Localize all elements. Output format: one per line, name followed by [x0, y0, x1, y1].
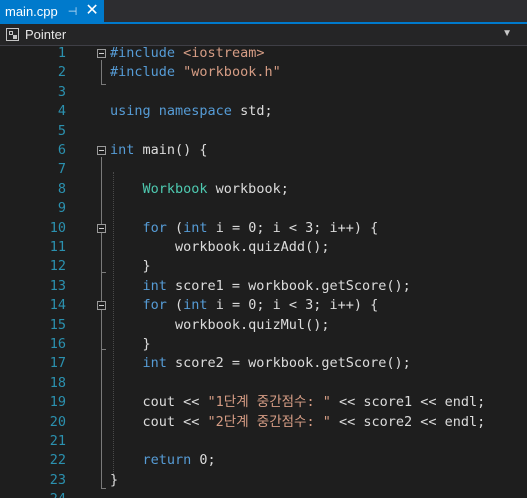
code-text: cout << "2단계 중간점수: " << score2 << endl;: [110, 413, 486, 430]
code-line[interactable]: 15 workbook.quizMul();: [0, 316, 527, 335]
code-text: for (int i = 0; i < 3; i++) {: [142, 297, 379, 314]
code-line[interactable]: 3: [0, 83, 527, 102]
code-text: cout << "1단계 중간점수: " << score1 << endl;: [110, 394, 486, 411]
code-line[interactable]: 20 cout << "2단계 중간점수: " << score2 << end…: [0, 413, 527, 432]
tab-main-cpp[interactable]: main.cpp ⊣ ✕: [0, 0, 104, 22]
line-number: 2: [57, 64, 66, 81]
code-text: int score2 = workbook.getScore();: [142, 355, 411, 372]
line-number: 20: [49, 413, 66, 430]
code-text: }: [110, 471, 119, 488]
line-number: 18: [49, 374, 66, 391]
code-line[interactable]: 2 #include "workbook.h": [0, 63, 527, 82]
code-line[interactable]: 21: [0, 432, 527, 451]
line-number: 12: [49, 258, 66, 275]
line-number: 23: [49, 471, 66, 488]
code-text: #include "workbook.h": [110, 64, 281, 81]
code-text: using namespace std;: [110, 103, 273, 120]
collapse-icon[interactable]: [97, 223, 106, 233]
line-number: 19: [49, 394, 66, 411]
code-line[interactable]: 22 return 0;: [0, 451, 527, 470]
line-number: 14: [49, 297, 66, 314]
line-number: 16: [49, 336, 66, 352]
line-number: 5: [57, 122, 66, 139]
code-line[interactable]: 14 for (int i = 0; i < 3; i++) {: [0, 296, 527, 315]
code-line[interactable]: 11 workbook.quizAdd();: [0, 238, 527, 257]
line-number: 11: [49, 239, 66, 255]
collapse-icon[interactable]: [97, 146, 106, 155]
line-number: 15: [49, 316, 66, 333]
line-number: 22: [49, 452, 66, 469]
code-line[interactable]: 10 for (int i = 0; i < 3; i++) {: [0, 219, 527, 238]
code-text: Workbook workbook;: [142, 180, 289, 197]
line-number: 3: [57, 83, 66, 100]
line-number: 21: [49, 433, 66, 449]
line-number: 6: [57, 142, 66, 158]
code-editor[interactable]: 1 #include <iostream> 2 #include "workbook.…: [0, 46, 527, 498]
code-text: workbook.quizMul();: [110, 316, 330, 333]
code-line[interactable]: 17 int score2 = workbook.getScore();: [0, 354, 527, 373]
code-line[interactable]: 7: [0, 160, 527, 179]
code-text: }: [110, 258, 151, 275]
line-number: 17: [49, 355, 66, 372]
project-icon: [6, 28, 19, 41]
code-line[interactable]: 6 int main() {: [0, 141, 527, 160]
code-line[interactable]: 24: [0, 490, 527, 498]
line-number: 7: [57, 161, 66, 178]
line-number: 1: [57, 46, 66, 61]
line-number: 8: [57, 180, 66, 197]
scope-dropdown[interactable]: Pointer ▼: [2, 25, 522, 44]
line-number: 9: [57, 200, 66, 217]
code-text: workbook.quizAdd();: [110, 239, 330, 255]
chevron-down-icon[interactable]: ▼: [502, 28, 512, 39]
code-line[interactable]: 23}: [0, 471, 527, 490]
collapse-icon[interactable]: [97, 49, 106, 58]
code-text: int score1 = workbook.getScore();: [142, 277, 411, 294]
code-line[interactable]: 8 Workbook workbook;: [0, 180, 527, 199]
collapse-icon[interactable]: [97, 301, 106, 311]
tab-label: main.cpp: [5, 3, 58, 19]
code-line[interactable]: 1 #include <iostream>: [0, 46, 527, 63]
code-line[interactable]: 4 using namespace std;: [0, 102, 527, 121]
scope-label: Pointer: [25, 27, 67, 42]
line-number: 24: [0, 490, 66, 498]
code-text: return 0;: [142, 452, 216, 469]
code-text: #include <iostream>: [110, 46, 265, 61]
code-line[interactable]: 5: [0, 122, 527, 141]
line-number: 13: [49, 277, 66, 294]
navigation-bar: Pointer ▼: [0, 24, 527, 46]
code-text: }: [110, 336, 151, 352]
code-line[interactable]: 9: [0, 199, 527, 218]
line-number: 4: [57, 103, 66, 120]
close-icon[interactable]: ✕: [85, 3, 98, 19]
code-text: int main() {: [110, 142, 208, 158]
code-line[interactable]: 12 }: [0, 257, 527, 276]
line-number: 10: [49, 219, 66, 236]
code-line[interactable]: 16 }: [0, 335, 527, 354]
code-text: for (int i = 0; i < 3; i++) {: [142, 219, 379, 236]
code-line[interactable]: 19 cout << "1단계 중간점수: " << score1 << end…: [0, 393, 527, 412]
pin-icon[interactable]: ⊣: [68, 5, 78, 18]
code-line[interactable]: 13 int score1 = workbook.getScore();: [0, 277, 527, 296]
code-line[interactable]: 18: [0, 374, 527, 393]
tab-bar: main.cpp ⊣ ✕: [0, 0, 527, 24]
